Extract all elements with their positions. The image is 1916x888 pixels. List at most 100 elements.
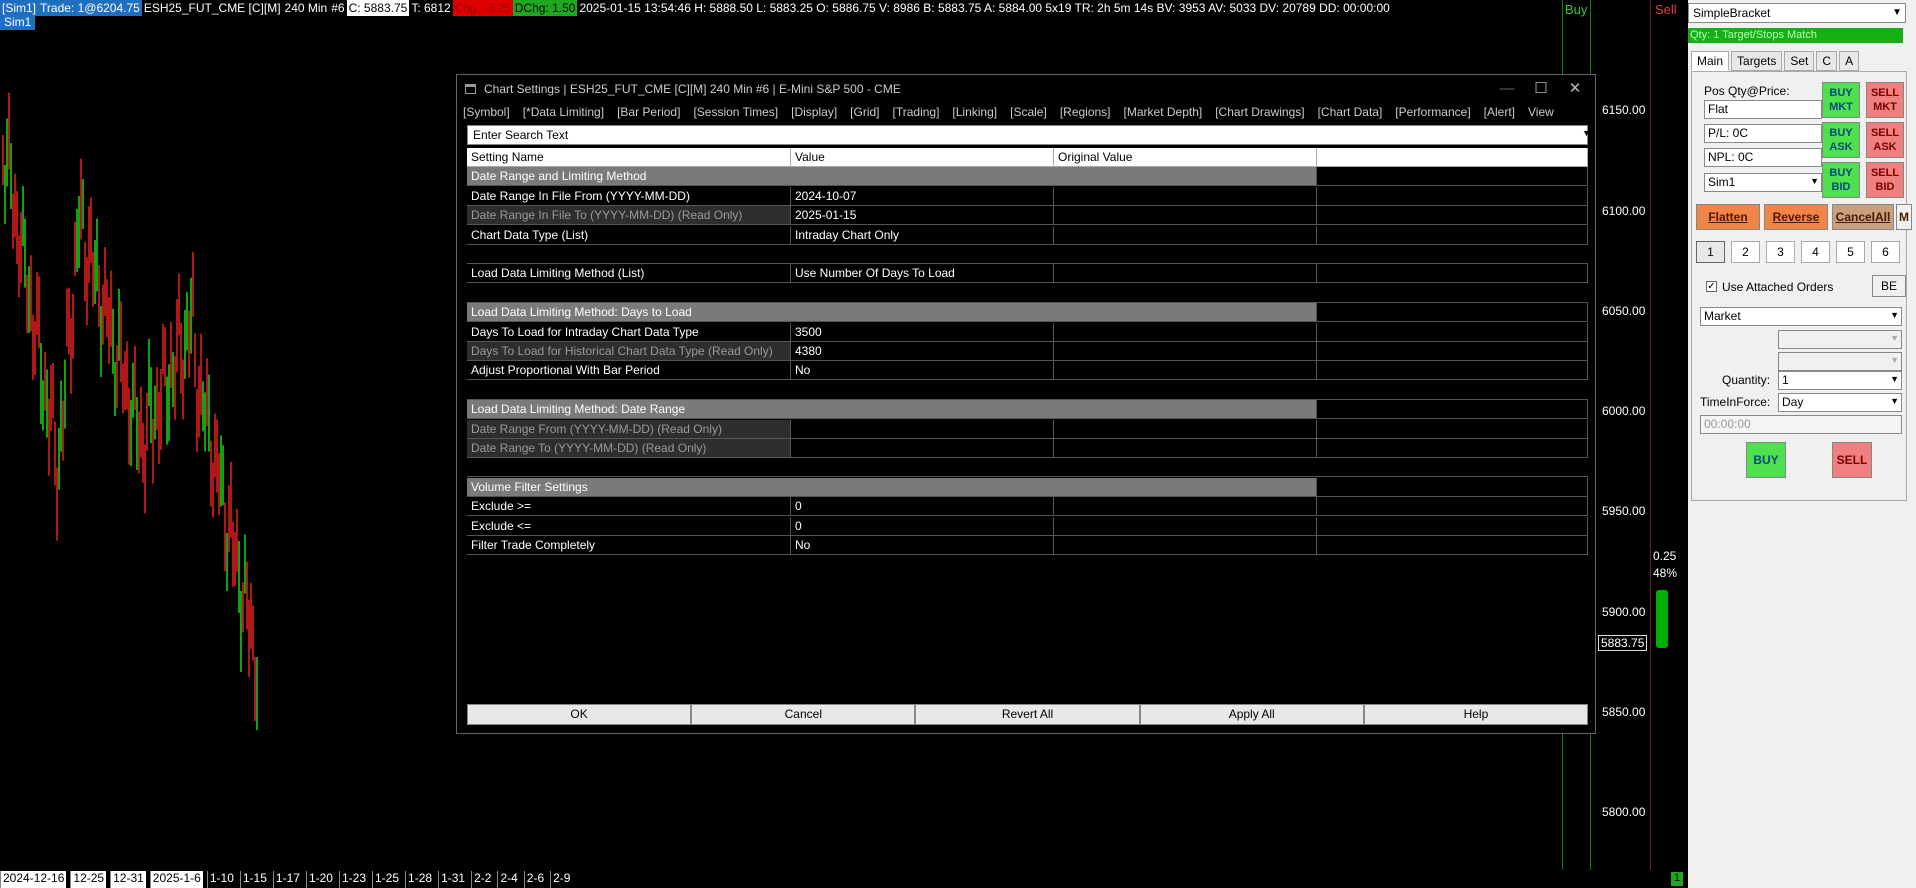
setting-name[interactable]: Adjust Proportional With Bar Period	[467, 361, 791, 381]
dialog-titlebar[interactable]: Chart Settings | ESH25_FUT_CME [C][M] 24…	[457, 75, 1595, 103]
price-axis[interactable]: 6150.00 6100.00 6050.00 6000.00 5950.00 …	[1590, 0, 1680, 870]
settings-tab[interactable]: View	[1528, 105, 1554, 119]
tab-a[interactable]: A	[1839, 51, 1860, 71]
setting-value[interactable]	[791, 439, 1054, 458]
column-header-value[interactable]: Value	[791, 148, 1054, 167]
reverse-button[interactable]: Reverse	[1764, 204, 1828, 230]
chevron-down-icon[interactable]: ▼	[1582, 128, 1591, 138]
settings-tab[interactable]: [Session Times]	[693, 105, 778, 119]
settings-tab[interactable]: [Trading]	[893, 105, 940, 119]
chevron-down-icon[interactable]: ▼	[1892, 7, 1902, 18]
quantity-preset-6[interactable]: 6	[1871, 241, 1900, 263]
setting-value[interactable]	[791, 419, 1054, 439]
quantity-preset-5[interactable]: 5	[1836, 241, 1865, 263]
strategy-select[interactable]: SimpleBracket ▼	[1688, 3, 1906, 23]
settings-tab[interactable]: [Chart Data]	[1318, 105, 1383, 119]
settings-tab[interactable]: [Symbol]	[463, 105, 510, 119]
column-header-name[interactable]: Setting Name	[467, 148, 791, 167]
settings-tab[interactable]: [Market Depth]	[1124, 105, 1203, 119]
setting-name[interactable]: Date Range In File To (YYYY-MM-DD) (Read…	[467, 206, 791, 226]
setting-value[interactable]: 3500	[791, 322, 1054, 342]
minimize-icon[interactable]: —	[1495, 79, 1519, 99]
settings-tab[interactable]: [Scale]	[1010, 105, 1047, 119]
date-axis[interactable]: 2024-12-16 12-25 12-31 2025-1-6 1-10 1-15 1-17…	[0, 871, 576, 888]
price-2-select[interactable]: ▼	[1778, 352, 1902, 371]
help-button[interactable]: Help	[1363, 704, 1589, 725]
setting-value[interactable]: 0	[791, 516, 1054, 536]
revert-all-button[interactable]: Revert All	[915, 704, 1140, 725]
quantity-input[interactable]: 1 ▼	[1778, 371, 1902, 390]
setting-name[interactable]: Date Range In File From (YYYY-MM-DD)	[467, 186, 791, 206]
settings-tab[interactable]: [Regions]	[1060, 105, 1111, 119]
column-header-original[interactable]: Original Value	[1054, 148, 1317, 167]
quantity-preset-4[interactable]: 4	[1801, 241, 1830, 263]
buy-bid-button[interactable]: BUY BID	[1822, 162, 1860, 198]
setting-name[interactable]: Days To Load for Historical Chart Data T…	[467, 342, 791, 361]
settings-tab[interactable]: [Chart Drawings]	[1215, 105, 1304, 119]
cancel-all-button[interactable]: CancelAll	[1832, 204, 1894, 230]
setting-name[interactable]: Filter Trade Completely	[467, 536, 791, 555]
cancel-button[interactable]: Cancel	[691, 704, 916, 725]
setting-name[interactable]: Exclude <=	[467, 516, 791, 536]
buy-market-button[interactable]: BUY MKT	[1822, 82, 1860, 118]
tab-c[interactable]: C	[1816, 51, 1838, 71]
sell-bid-button[interactable]: SELL BID	[1866, 162, 1904, 198]
price-1-select[interactable]: ▼	[1778, 330, 1902, 349]
settings-tab[interactable]: [*Data Limiting]	[523, 105, 604, 119]
tab-main[interactable]: Main	[1691, 51, 1730, 71]
section-title[interactable]: Date Range and Limiting Method	[467, 167, 1317, 187]
time-in-force-select[interactable]: Day ▼	[1778, 393, 1902, 412]
setting-name[interactable]: Load Data Limiting Method (List)	[467, 264, 791, 284]
chevron-down-icon[interactable]: ▼	[1890, 333, 1899, 343]
tab-set[interactable]: Set	[1784, 51, 1815, 71]
setting-value[interactable]: 2024-10-07	[791, 186, 1054, 206]
chevron-down-icon[interactable]: ▼	[1890, 374, 1899, 384]
settings-tab[interactable]: [Grid]	[850, 105, 879, 119]
chevron-down-icon[interactable]: ▼	[1810, 176, 1819, 186]
apply-all-button[interactable]: Apply All	[1139, 704, 1364, 725]
breakeven-button[interactable]: BE	[1872, 275, 1906, 297]
settings-tab[interactable]: [Linking]	[952, 105, 997, 119]
close-icon[interactable]: ✕	[1563, 79, 1587, 99]
section-title[interactable]: Load Data Limiting Method: Date Range	[467, 400, 1317, 420]
setting-name[interactable]: Date Range To (YYYY-MM-DD) (Read Only)	[467, 439, 791, 458]
setting-value[interactable]: 4380	[791, 342, 1054, 361]
good-till-time-input[interactable]: 00:00:00	[1700, 415, 1902, 434]
setting-value[interactable]: Use Number Of Days To Load	[791, 264, 1054, 284]
use-attached-orders-checkbox[interactable]: ✓	[1706, 281, 1717, 292]
account-select[interactable]: Sim1 ▼	[1704, 173, 1822, 192]
setting-value[interactable]: 2025-01-15	[791, 206, 1054, 226]
m-button[interactable]: M	[1896, 204, 1912, 230]
settings-tab[interactable]: [Display]	[791, 105, 837, 119]
sell-button[interactable]: SELL	[1832, 442, 1872, 478]
section-title[interactable]: Load Data Limiting Method: Days to Load	[467, 303, 1317, 323]
flatten-button[interactable]: Flatten	[1696, 204, 1760, 230]
setting-name[interactable]: Date Range From (YYYY-MM-DD) (Read Only)	[467, 419, 791, 439]
price-chart[interactable]	[0, 60, 270, 800]
setting-value[interactable]: No	[791, 536, 1054, 555]
section-title[interactable]: Volume Filter Settings	[467, 477, 1317, 497]
setting-value[interactable]: Intraday Chart Only	[791, 225, 1054, 245]
quantity-preset-3[interactable]: 3	[1766, 241, 1795, 263]
buy-button[interactable]: BUY	[1746, 442, 1786, 478]
buy-ask-button[interactable]: BUY ASK	[1822, 122, 1860, 158]
setting-value[interactable]: 0	[791, 497, 1054, 517]
setting-name[interactable]: Chart Data Type (List)	[467, 225, 791, 245]
quantity-preset-1[interactable]: 1	[1696, 241, 1725, 263]
chevron-down-icon[interactable]: ▼	[1890, 355, 1899, 365]
sell-market-button[interactable]: SELL MKT	[1866, 82, 1904, 118]
tab-targets[interactable]: Targets	[1731, 51, 1783, 71]
settings-tab[interactable]: [Bar Period]	[617, 105, 680, 119]
quantity-preset-2[interactable]: 2	[1731, 241, 1760, 263]
chevron-down-icon[interactable]: ▼	[1890, 310, 1899, 320]
chevron-down-icon[interactable]: ▼	[1890, 396, 1899, 406]
search-input[interactable]: Enter Search Text	[467, 125, 1588, 145]
settings-tab[interactable]: [Performance]	[1395, 105, 1470, 119]
settings-tab[interactable]: [Alert]	[1484, 105, 1515, 119]
setting-name[interactable]: Days To Load for Intraday Chart Data Typ…	[467, 322, 791, 342]
order-type-select[interactable]: Market ▼	[1700, 307, 1902, 326]
maximize-icon[interactable]: ☐	[1529, 79, 1553, 99]
setting-value[interactable]: No	[791, 361, 1054, 381]
setting-name[interactable]: Exclude >=	[467, 497, 791, 517]
sell-ask-button[interactable]: SELL ASK	[1866, 122, 1904, 158]
